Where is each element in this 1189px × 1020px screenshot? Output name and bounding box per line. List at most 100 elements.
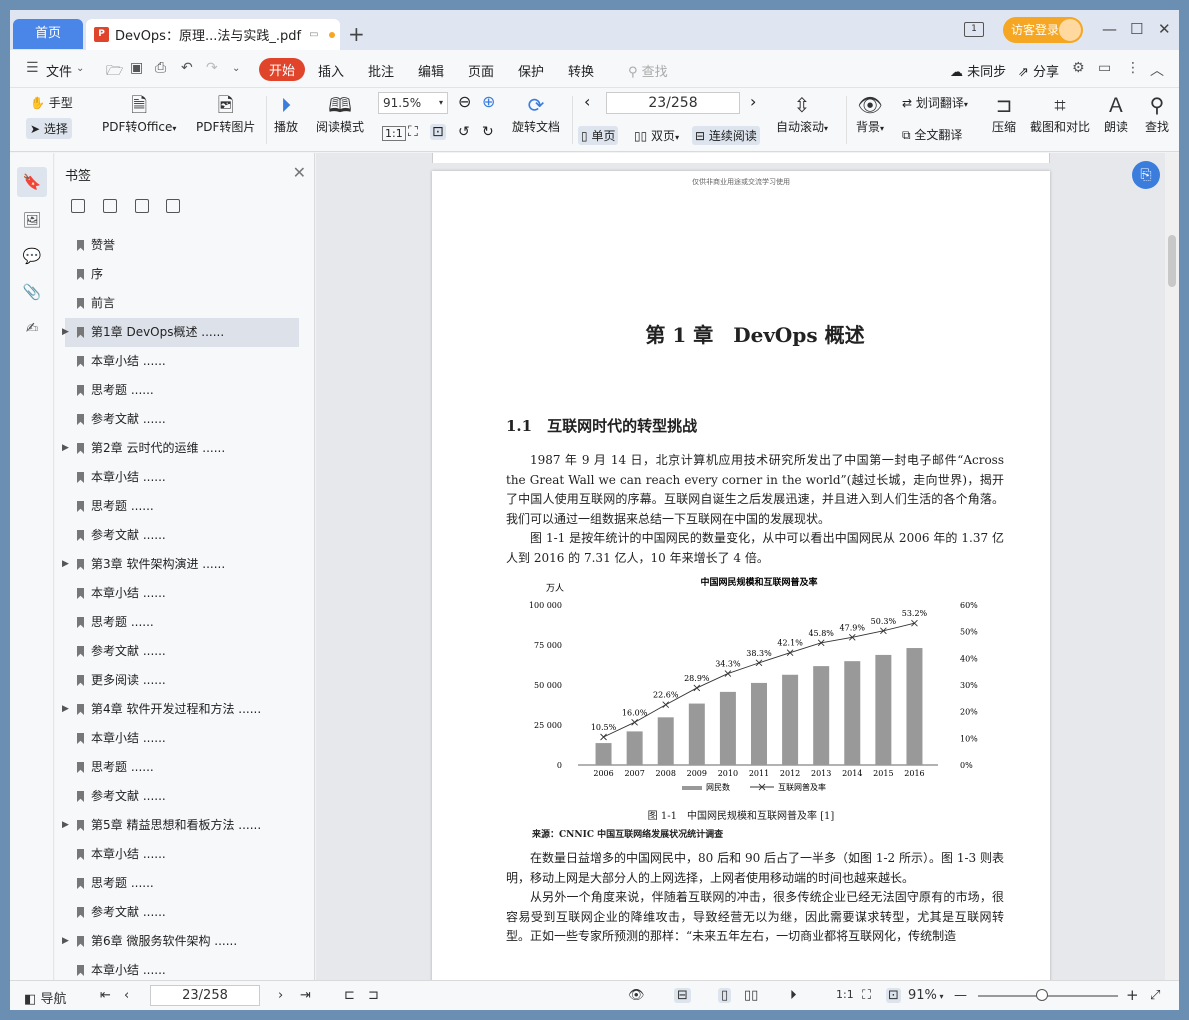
- continuous-mode-icon[interactable]: ⊟: [674, 988, 691, 1003]
- pdf-to-office-button[interactable]: 🗎 PDF转Office▾: [102, 92, 176, 135]
- visitor-login-button[interactable]: 访客登录: [1003, 17, 1083, 43]
- read-aloud-button[interactable]: Ａ 朗读: [1104, 92, 1128, 135]
- rotate-doc-button[interactable]: ⟳ 旋转文档: [512, 92, 560, 135]
- expand-arrow-icon[interactable]: ▶: [62, 927, 69, 956]
- bookmark-item[interactable]: 思考题 ......: [65, 608, 299, 637]
- chevron-down-icon[interactable]: ⌄: [76, 63, 84, 74]
- bookmark-item[interactable]: 前言: [65, 289, 299, 318]
- fit-width-mode-icon[interactable]: ⊡: [886, 988, 901, 1003]
- comment-panel-icon[interactable]: 💬: [22, 247, 42, 267]
- crop-compare-button[interactable]: ⌗ 截图和对比: [1030, 92, 1090, 135]
- menu-start[interactable]: 开始: [259, 58, 306, 81]
- window-count-icon[interactable]: 1: [964, 22, 984, 37]
- zoom-in-icon[interactable]: ⊕: [482, 92, 495, 111]
- bookmark-item[interactable]: 赞誉: [65, 231, 299, 260]
- bookmark-item[interactable]: 思考题 ......: [65, 376, 299, 405]
- bookmark-item[interactable]: 更多阅读 ......: [65, 666, 299, 695]
- bookmark-item[interactable]: 本章小结 ......: [65, 579, 299, 608]
- background-button[interactable]: 👁 背景▾: [856, 92, 884, 135]
- attachment-panel-icon[interactable]: 📎: [22, 283, 42, 303]
- bookmark-item[interactable]: 本章小结 ......: [65, 347, 299, 376]
- bookmark-item[interactable]: 参考文献 ......: [65, 637, 299, 666]
- menu-edit[interactable]: 编辑: [418, 61, 444, 80]
- double-page-mode-icon[interactable]: ▯▯: [744, 988, 758, 1003]
- menu-insert[interactable]: 插入: [318, 61, 344, 80]
- forward-icon[interactable]: ⊐: [368, 988, 379, 1003]
- compress-button[interactable]: ⊐ 压缩: [992, 92, 1016, 135]
- bookmark-item[interactable]: ▶ 第4章 软件开发过程和方法 ......: [62, 695, 299, 724]
- actual-size-mode-icon[interactable]: 1:1: [836, 988, 854, 1001]
- expand-arrow-icon[interactable]: ▶: [62, 318, 69, 347]
- bookmark-item[interactable]: 参考文献 ......: [65, 405, 299, 434]
- save-icon[interactable]: ▣: [130, 60, 143, 76]
- close-panel-icon[interactable]: ✕: [293, 163, 306, 182]
- zoom-slider[interactable]: [978, 989, 1118, 1001]
- bookmark-settings-icon[interactable]: [166, 199, 181, 213]
- bookmark-item[interactable]: ▶ 第6章 微服务软件架构 ......: [62, 927, 299, 956]
- undo-icon[interactable]: ↶: [181, 60, 193, 76]
- next-page-icon[interactable]: ›: [750, 92, 756, 111]
- menu-annotate[interactable]: 批注: [368, 61, 394, 80]
- tab-document[interactable]: P DevOps：原理...法与实践_.pdf ▭: [86, 19, 340, 50]
- last-page-icon[interactable]: ⇥: [300, 988, 311, 1003]
- bookmark-item[interactable]: ▶ 第5章 精益思想和看板方法 ......: [62, 811, 299, 840]
- document-viewer[interactable]: 仅供非商业用途或交流学习使用 第 1 章 DevOps 概述 1.1 互联网时代…: [316, 153, 1173, 980]
- bookmark-item[interactable]: ▶ 第2章 云时代的运维 ......: [62, 434, 299, 463]
- more-icon[interactable]: ⋮: [1126, 60, 1140, 76]
- bookmark-item[interactable]: 序: [65, 260, 299, 289]
- screen-icon[interactable]: ▭: [309, 29, 318, 40]
- rotate-right-icon[interactable]: ↻: [482, 124, 494, 140]
- navigation-button[interactable]: ◧ 导航: [24, 988, 66, 1007]
- zoom-level[interactable]: 91% ▾: [908, 988, 943, 1003]
- expand-bookmark-icon[interactable]: [134, 199, 149, 213]
- fit-width-icon[interactable]: ⊡: [430, 124, 446, 140]
- minimize-icon[interactable]: —: [1102, 20, 1117, 38]
- first-page-icon[interactable]: ⇤: [100, 988, 111, 1003]
- select-tool-button[interactable]: ➤ 选择: [26, 118, 72, 139]
- bookmark-panel-icon[interactable]: 🔖: [17, 167, 47, 197]
- status-page-input[interactable]: 23/258: [150, 985, 260, 1006]
- bookmark-item[interactable]: 本章小结 ......: [65, 840, 299, 869]
- bookmark-item[interactable]: 参考文献 ......: [65, 521, 299, 550]
- bookmark-item[interactable]: 思考题 ......: [65, 753, 299, 782]
- bookmark-item[interactable]: 思考题 ......: [65, 492, 299, 521]
- bookmark-item[interactable]: 本章小结 ......: [65, 463, 299, 492]
- expand-arrow-icon[interactable]: ▶: [62, 811, 69, 840]
- continuous-read-button[interactable]: ⊟ 连续阅读: [692, 126, 760, 145]
- double-page-button[interactable]: ▯▯ 双页▾: [634, 127, 679, 144]
- floating-tool-button[interactable]: ⎘: [1132, 161, 1160, 189]
- find-button[interactable]: ⚲ 查找: [1142, 92, 1172, 135]
- pdf-to-image-button[interactable]: 🖻 PDF转图片: [196, 92, 255, 135]
- single-page-button[interactable]: ▯ 单页: [578, 126, 619, 145]
- back-icon[interactable]: ⊏: [344, 988, 355, 1003]
- page-number-input[interactable]: 23/258: [606, 92, 740, 114]
- bookmark-item[interactable]: 参考文献 ......: [65, 782, 299, 811]
- zoom-out-icon[interactable]: ⊖: [458, 92, 471, 111]
- menu-file[interactable]: 文件: [46, 61, 72, 80]
- prev-page-icon[interactable]: ‹: [584, 92, 590, 111]
- quick-access-chevron-icon[interactable]: ⌄: [232, 63, 240, 74]
- new-tab-button[interactable]: +: [348, 22, 365, 46]
- bookmark-item[interactable]: 本章小结 ......: [65, 724, 299, 753]
- expand-arrow-icon[interactable]: ▶: [62, 550, 69, 579]
- close-icon[interactable]: ✕: [1158, 20, 1171, 38]
- fit-page-mode-icon[interactable]: ⛶: [862, 988, 871, 1003]
- read-mode-button[interactable]: 🕮 阅读模式: [316, 92, 364, 135]
- word-translate-button[interactable]: ⇄ 划词翻译▾: [902, 94, 968, 111]
- full-translate-button[interactable]: ⧉ 全文翻译: [902, 126, 962, 143]
- actual-size-icon[interactable]: 1:1: [382, 126, 406, 141]
- fit-page-icon[interactable]: ⛶: [408, 124, 418, 140]
- bookmark-item[interactable]: 参考文献 ......: [65, 898, 299, 927]
- expand-arrow-icon[interactable]: ▶: [62, 434, 69, 463]
- bookmark-item[interactable]: ▶ 第1章 DevOps概述 ......: [62, 318, 299, 347]
- expand-arrow-icon[interactable]: ▶: [62, 695, 69, 724]
- collapse-ribbon-icon[interactable]: ︿: [1150, 60, 1164, 80]
- scrollbar-thumb[interactable]: [1168, 235, 1176, 287]
- bookmark-item[interactable]: 本章小结 ......: [65, 956, 299, 980]
- settings-icon[interactable]: ⚙: [1072, 60, 1085, 76]
- thumbnail-panel-icon[interactable]: 🖼: [22, 211, 42, 231]
- add-bookmark-icon[interactable]: [71, 199, 85, 213]
- zoom-select[interactable]: 91.5% ▾: [378, 92, 448, 114]
- tab-home[interactable]: 首页: [13, 19, 83, 49]
- delete-bookmark-icon[interactable]: [102, 199, 117, 213]
